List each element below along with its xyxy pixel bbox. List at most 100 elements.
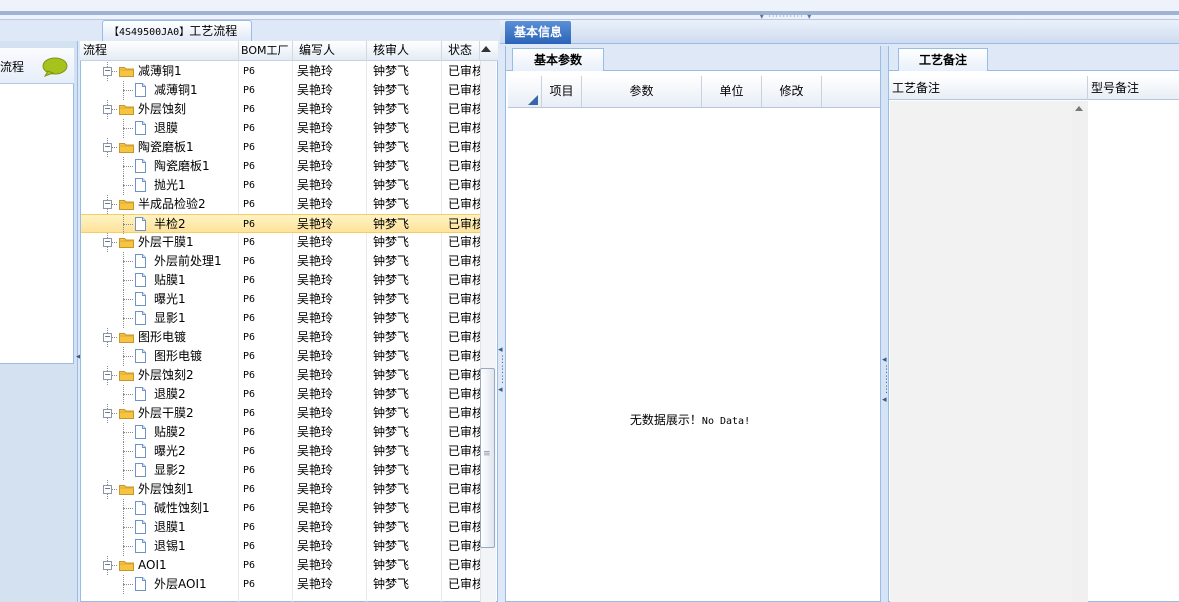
- column-header-flow[interactable]: 流程: [81, 41, 239, 61]
- flow-tree-row[interactable]: − 半成品检验2 P6 吴艳玲 钟梦飞 已审核: [81, 195, 481, 214]
- flow-node-label[interactable]: 退膜1: [154, 518, 186, 537]
- column-header-unit[interactable]: 单位: [702, 76, 762, 107]
- flow-node-label[interactable]: 半成品检验2: [138, 195, 206, 214]
- flow-node-label[interactable]: 外层干膜1: [138, 233, 194, 252]
- flow-tree-row[interactable]: 贴膜2 P6 吴艳玲 钟梦飞 已审核: [81, 423, 481, 442]
- collapse-toggle-icon[interactable]: −: [103, 67, 112, 76]
- flow-node-label[interactable]: 退膜: [154, 119, 178, 138]
- flow-tree-row[interactable]: 碱性蚀刻1 P6 吴艳玲 钟梦飞 已审核: [81, 499, 481, 518]
- scroll-up-icon[interactable]: [1075, 106, 1083, 111]
- flow-node-label[interactable]: 贴膜2: [154, 423, 186, 442]
- flow-tree-row[interactable]: 外层前处理1 P6 吴艳玲 钟梦飞 已审核: [81, 252, 481, 271]
- flow-panel-tab[interactable]: 【4S49500JA0】工艺流程: [102, 20, 252, 42]
- process-notes-cell[interactable]: [890, 101, 1088, 602]
- flow-node-label[interactable]: 显影1: [154, 309, 186, 328]
- collapse-toggle-icon[interactable]: −: [103, 561, 112, 570]
- writer-cell: 吴艳玲: [297, 140, 334, 154]
- flow-tree-row[interactable]: − 外层蚀刻1 P6 吴艳玲 钟梦飞 已审核: [81, 480, 481, 499]
- flow-node-label[interactable]: 退膜2: [154, 385, 186, 404]
- column-header-reviewer[interactable]: 核审人: [367, 41, 442, 61]
- notes-scrollbar[interactable]: [1072, 101, 1088, 602]
- collapse-toggle-icon[interactable]: −: [103, 238, 112, 247]
- flow-node-label[interactable]: 图形电镀: [154, 347, 202, 366]
- flow-tree-row[interactable]: − 陶瓷磨板1 P6 吴艳玲 钟梦飞 已审核: [81, 138, 481, 157]
- column-header-writer[interactable]: 编写人: [293, 41, 367, 61]
- collapse-toggle-icon[interactable]: −: [103, 333, 112, 342]
- flow-tree-row[interactable]: 曝光2 P6 吴艳玲 钟梦飞 已审核: [81, 442, 481, 461]
- flow-node-label[interactable]: 曝光2: [154, 442, 186, 461]
- flow-tree-row[interactable]: 减薄铜1 P6 吴艳玲 钟梦飞 已审核: [81, 81, 481, 100]
- flow-node-label[interactable]: 外层AOI1: [154, 575, 207, 594]
- flow-node-label[interactable]: 图形电镀: [138, 328, 186, 347]
- column-header-process-notes[interactable]: 工艺备注: [889, 76, 1088, 100]
- column-header-bom-factory[interactable]: BOM工厂: [239, 41, 293, 61]
- column-header-status[interactable]: 状态: [442, 41, 480, 61]
- vertical-splitter[interactable]: [881, 46, 888, 602]
- writer-cell: 吴艳玲: [297, 349, 334, 363]
- flow-tree-row[interactable]: − 外层蚀刻2 P6 吴艳玲 钟梦飞 已审核: [81, 366, 481, 385]
- status-cell: 已审核: [448, 102, 481, 116]
- writer-cell: 吴艳玲: [297, 178, 334, 192]
- collapse-toggle-icon[interactable]: −: [103, 105, 112, 114]
- flow-node-label[interactable]: 外层干膜2: [138, 404, 194, 423]
- tab-basic-params[interactable]: 基本参数: [512, 48, 604, 71]
- flow-tree-row[interactable]: 贴膜1 P6 吴艳玲 钟梦飞 已审核: [81, 271, 481, 290]
- flow-node-label[interactable]: 陶瓷磨板1: [138, 138, 194, 157]
- flow-node-label[interactable]: 减薄铜1: [138, 62, 182, 81]
- speech-bubble-icon[interactable]: [42, 57, 68, 77]
- flow-tree-row[interactable]: 曝光1 P6 吴艳玲 钟梦飞 已审核: [81, 290, 481, 309]
- flow-node-label[interactable]: 外层前处理1: [154, 252, 222, 271]
- flow-tree-row[interactable]: − 减薄铜1 P6 吴艳玲 钟梦飞 已审核: [81, 62, 481, 81]
- collapse-toggle-icon[interactable]: −: [103, 485, 112, 494]
- sort-ascending-icon[interactable]: [481, 46, 491, 52]
- flow-tree-row[interactable]: − 图形电镀 P6 吴艳玲 钟梦飞 已审核: [81, 328, 481, 347]
- flow-tree-row[interactable]: − AOI1 P6 吴艳玲 钟梦飞 已审核: [81, 556, 481, 575]
- column-header-model-notes[interactable]: 型号备注: [1088, 76, 1179, 100]
- tab-basic-info[interactable]: 基本信息: [505, 21, 571, 44]
- document-icon: [135, 178, 146, 192]
- collapse-toggle-icon[interactable]: −: [103, 371, 112, 380]
- tab-process-notes[interactable]: 工艺备注: [898, 48, 988, 71]
- flow-node-label[interactable]: 贴膜1: [154, 271, 186, 290]
- collapse-toggle-icon[interactable]: −: [103, 200, 112, 209]
- tree-line: [123, 299, 133, 300]
- flow-tree-row[interactable]: − 外层蚀刻 P6 吴艳玲 钟梦飞 已审核: [81, 100, 481, 119]
- flow-tree-row[interactable]: 退锡1 P6 吴艳玲 钟梦飞 已审核: [81, 537, 481, 556]
- column-header-modify[interactable]: 修改: [762, 76, 822, 107]
- tree-line: [123, 261, 133, 262]
- flow-tree-row[interactable]: 外层AOI1 P6 吴艳玲 钟梦飞 已审核: [81, 575, 481, 594]
- flow-tree-row[interactable]: 退膜2 P6 吴艳玲 钟梦飞 已审核: [81, 385, 481, 404]
- flow-node-label[interactable]: 退锡1: [154, 537, 186, 556]
- flow-node-label[interactable]: 显影2: [154, 461, 186, 480]
- collapse-toggle-icon[interactable]: −: [103, 143, 112, 152]
- flow-node-label[interactable]: 减薄铜1: [154, 81, 198, 100]
- collapse-toggle-icon[interactable]: −: [103, 409, 112, 418]
- flow-node-label[interactable]: 外层蚀刻1: [138, 480, 194, 499]
- flow-tree-row[interactable]: 半检2 P6 吴艳玲 钟梦飞 已审核: [81, 214, 481, 234]
- flow-tree-row[interactable]: 显影1 P6 吴艳玲 钟梦飞 已审核: [81, 309, 481, 328]
- flow-tree-row[interactable]: 陶瓷磨板1 P6 吴艳玲 钟梦飞 已审核: [81, 157, 481, 176]
- flow-tree-row[interactable]: 退膜 P6 吴艳玲 钟梦飞 已审核: [81, 119, 481, 138]
- flow-node-label[interactable]: 抛光1: [154, 176, 186, 195]
- flow-node-label[interactable]: 碱性蚀刻1: [154, 499, 210, 518]
- flow-tree-row[interactable]: 显影2 P6 吴艳玲 钟梦飞 已审核: [81, 461, 481, 480]
- column-header-item[interactable]: 项目: [542, 76, 582, 107]
- flow-node-label[interactable]: 曝光1: [154, 290, 186, 309]
- column-header-param[interactable]: 参数: [582, 76, 702, 107]
- writer-cell: 吴艳玲: [297, 577, 334, 591]
- flow-node-label[interactable]: 外层蚀刻: [138, 100, 186, 119]
- flow-tree-row[interactable]: − 外层干膜1 P6 吴艳玲 钟梦飞 已审核: [81, 233, 481, 252]
- flow-collapse-handle[interactable]: ◂ ⋮ ⋮ ⋮ ◂: [498, 345, 507, 415]
- left-pane-label[interactable]: 流程: [0, 58, 24, 75]
- flow-tree-row[interactable]: 抛光1 P6 吴艳玲 钟梦飞 已审核: [81, 176, 481, 195]
- flow-tree-row[interactable]: 退膜1 P6 吴艳玲 钟梦飞 已审核: [81, 518, 481, 537]
- flow-tree-row[interactable]: − 外层干膜2 P6 吴艳玲 钟梦飞 已审核: [81, 404, 481, 423]
- flow-node-label[interactable]: 外层蚀刻2: [138, 366, 194, 385]
- writer-cell: 吴艳玲: [297, 463, 334, 477]
- flow-node-label[interactable]: AOI1: [138, 556, 167, 575]
- flow-tree-row[interactable]: 图形电镀 P6 吴艳玲 钟梦飞 已审核: [81, 347, 481, 366]
- flow-node-label[interactable]: 陶瓷磨板1: [154, 157, 210, 176]
- select-all-corner-icon[interactable]: [528, 95, 538, 105]
- bom-factory-cell: P6: [243, 219, 256, 230]
- flow-node-label[interactable]: 半检2: [154, 215, 186, 234]
